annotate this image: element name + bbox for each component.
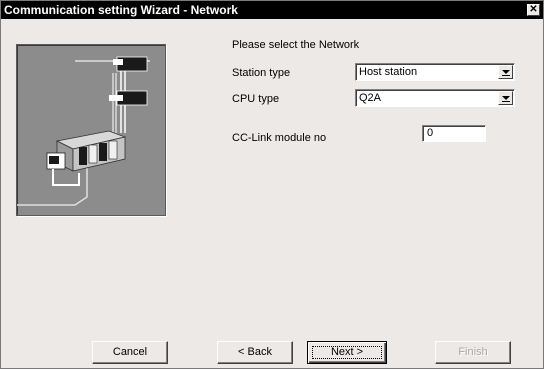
cc-link-module-value: 0 [427, 127, 434, 139]
cancel-button[interactable]: Cancel [92, 341, 168, 364]
station-type-value: Host station [359, 66, 418, 78]
chevron-down-icon[interactable] [498, 91, 513, 105]
close-icon: ✕ [529, 4, 538, 15]
title-bar: Communication setting Wizard - Network ✕ [1, 1, 543, 19]
cpu-type-select[interactable]: Q2A [355, 89, 515, 107]
wizard-dialog: Communication setting Wizard - Network ✕ [0, 0, 544, 369]
page-heading: Please select the Network [232, 39, 360, 51]
network-plc-illustration [17, 56, 150, 206]
close-button[interactable]: ✕ [527, 4, 540, 16]
window-title: Communication setting Wizard - Network [4, 3, 238, 17]
next-button[interactable]: Next > [307, 341, 387, 364]
cc-link-module-input[interactable]: 0 [422, 125, 486, 142]
station-type-label: Station type [232, 67, 291, 79]
finish-button: Finish [435, 341, 511, 364]
back-button[interactable]: < Back [217, 341, 293, 364]
network-illustration [16, 44, 166, 216]
cpu-type-value: Q2A [359, 92, 382, 104]
cpu-type-label: CPU type [232, 93, 280, 105]
cc-link-module-label: CC-Link module no [232, 132, 327, 144]
chevron-down-icon[interactable] [498, 65, 513, 79]
station-type-select[interactable]: Host station [355, 63, 515, 81]
